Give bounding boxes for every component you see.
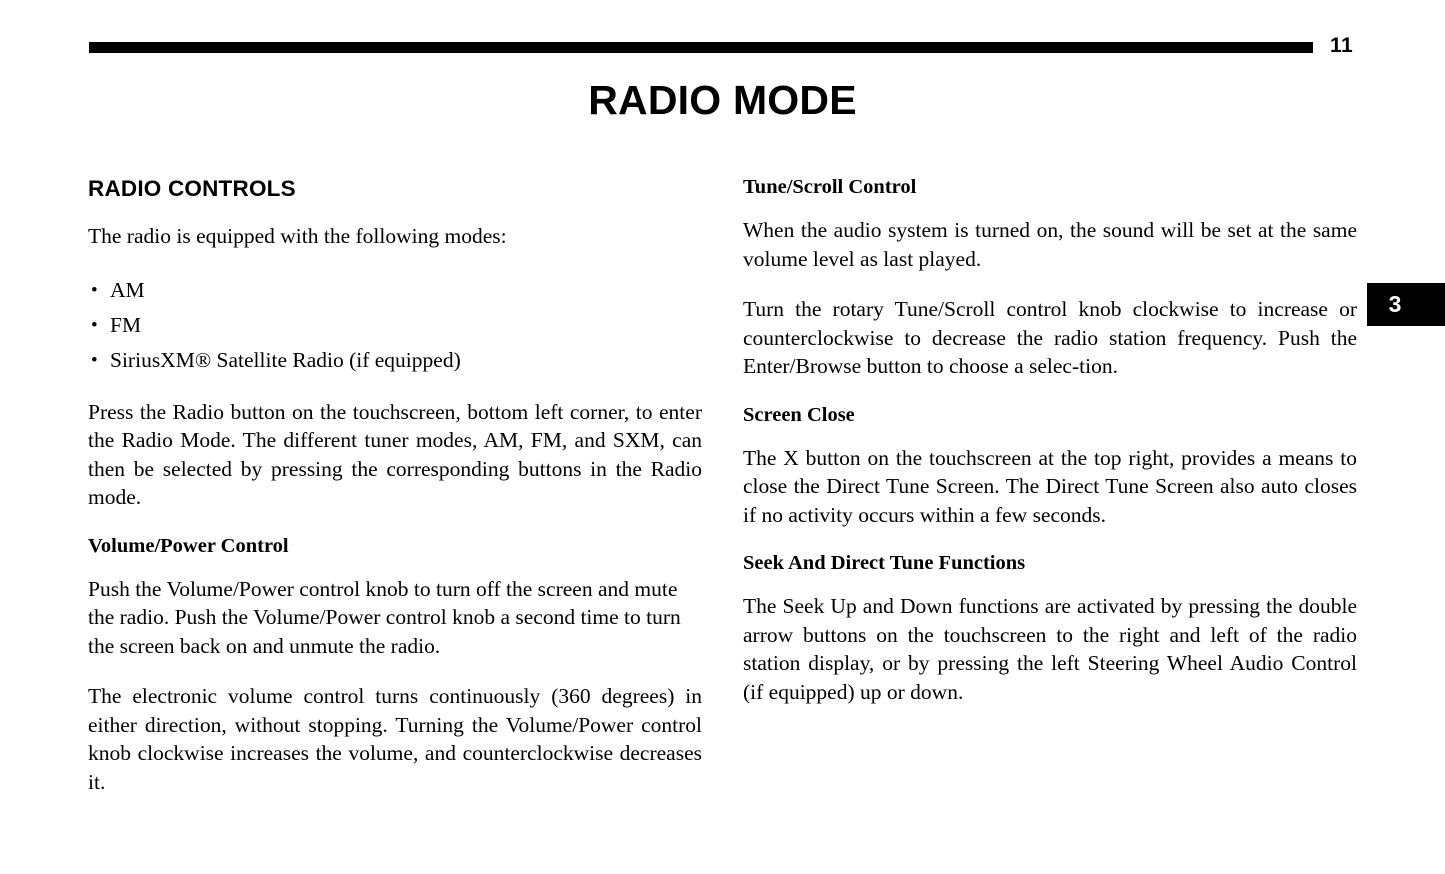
header-rule-decoration [89,42,1313,53]
paragraph-radio-button: Press the Radio button on the touchscree… [88,399,702,510]
paragraph-rotary-knob: Turn the rotary Tune/Scroll control knob… [743,297,1357,378]
left-column: RADIO CONTROLS The radio is equipped wit… [88,175,702,818]
paragraph-x-button: The X button on the touchscreen at the t… [743,445,1357,527]
chapter-tab: 3 [1367,283,1445,326]
paragraph-seek-functions: The Seek Up and Down functions are activ… [743,594,1357,704]
list-item-label: AM [110,277,145,302]
chapter-tab-number: 3 [1388,291,1402,317]
list-item-label: SiriusXM® Satellite Radio (if equipped) [110,347,461,372]
bullet-icon: • [91,279,98,301]
radio-modes-list: • AM • FM • SiriusXM® Satellite Radio (i… [88,273,702,378]
list-item: • AM [88,273,702,308]
paragraph-audio-system-on: When the audio system is turned on, the … [743,218,1357,271]
list-item-label: FM [110,312,142,337]
paragraph-intro-modes: The radio is equipped with the following… [88,224,507,248]
paragraph-volume-electronic: The electronic volume control turns cont… [88,684,702,794]
heading-seek-and-direct-tune-functions: Seek And Direct Tune Functions [743,552,1026,574]
list-item: • FM [88,308,702,343]
paragraph-volume-push: Push the Volume/Power control knob to tu… [88,576,681,658]
page-header: 11 [0,0,1445,70]
heading-tune-scroll-control: Tune/Scroll Control [743,176,917,198]
page-number: 11 [1330,34,1354,57]
heading-volume-power-control: Volume/Power Control [88,534,289,557]
list-item: • SiriusXM® Satellite Radio (if equipped… [88,343,702,378]
page-title: RADIO MODE [588,77,857,123]
heading-screen-close: Screen Close [743,403,855,426]
heading-radio-controls: RADIO CONTROLS [88,176,296,201]
bullet-icon: • [91,314,98,336]
bullet-icon: • [91,349,98,371]
right-column: Tune/Scroll Control When the audio syste… [743,175,1357,728]
